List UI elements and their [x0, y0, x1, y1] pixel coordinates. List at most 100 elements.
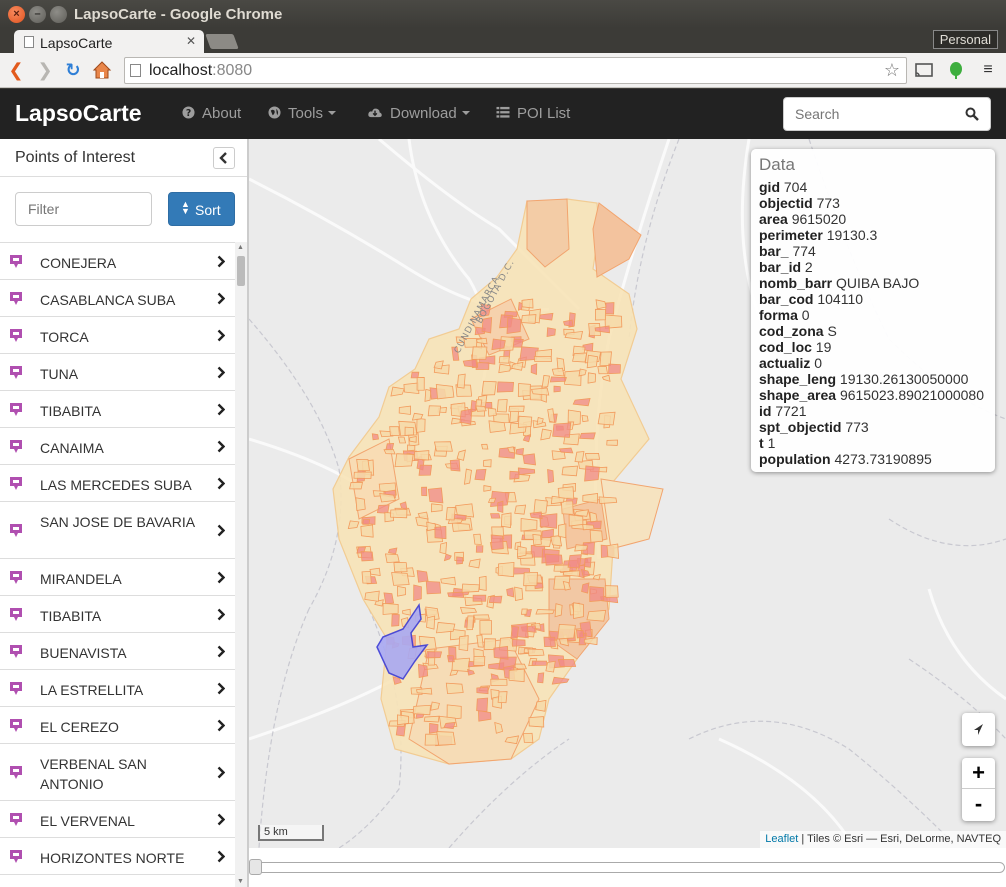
choropleth-cell: [490, 678, 508, 686]
sidebar-scrollbar[interactable]: ▲ ▼: [235, 242, 247, 887]
poi-marker-icon: [10, 366, 22, 379]
sidebar-collapse-button[interactable]: [213, 147, 235, 169]
choropleth-cell: [479, 620, 492, 635]
list-item[interactable]: MIRANDELA: [0, 559, 235, 596]
window-minimize-button[interactable]: –: [29, 6, 46, 23]
scroll-up-icon[interactable]: ▲: [237, 244, 244, 251]
bookmark-star-icon[interactable]: ☆: [884, 60, 900, 81]
window-close-button[interactable]: ×: [8, 6, 25, 23]
choropleth-cell: [508, 668, 525, 683]
choropleth-cell: [398, 405, 411, 415]
poi-marker-icon: [10, 403, 22, 416]
choropleth-cell: [573, 602, 584, 619]
scrollbar-thumb[interactable]: [237, 256, 245, 286]
sort-button[interactable]: ▲ ▼ Sort: [168, 192, 235, 226]
choropleth-cell: [379, 493, 397, 503]
locate-button[interactable]: [962, 713, 995, 746]
list-item[interactable]: VERBENAL SAN ANTONIO: [0, 744, 235, 801]
list-item[interactable]: EL CEREZO: [0, 707, 235, 744]
choropleth-cell: [561, 465, 578, 477]
list-item[interactable]: TORCA: [0, 317, 235, 354]
data-field-key: cod_zona: [759, 323, 824, 339]
choropleth-cell: [417, 663, 429, 678]
poi-marker-icon: [10, 329, 22, 342]
choropleth-cell: [535, 609, 555, 615]
list-item[interactable]: CANAIMA: [0, 428, 235, 465]
choropleth-cell: [474, 468, 487, 481]
window-maximize-button[interactable]: [50, 6, 67, 23]
list-item[interactable]: SAN JOSE DE BAVARIA: [0, 502, 235, 559]
tab-close-icon[interactable]: ✕: [186, 34, 196, 48]
list-item[interactable]: CONEJERA: [0, 243, 235, 280]
chevron-right-icon: [217, 329, 225, 342]
list-item[interactable]: TUNA: [0, 354, 235, 391]
search-icon[interactable]: [965, 107, 979, 121]
list-item[interactable]: LA ESTRELLITA: [0, 670, 235, 707]
search-input[interactable]: [795, 106, 955, 122]
scale-bar: 5 km: [258, 825, 324, 841]
data-field-row: t 1: [759, 435, 987, 451]
menu-icon[interactable]: ≡: [978, 60, 998, 80]
data-field-row: gid 704: [759, 179, 987, 195]
cast-icon[interactable]: [914, 60, 934, 80]
choropleth-cell: [551, 367, 565, 377]
choropleth-cell: [537, 672, 545, 684]
choropleth-cell: [447, 591, 465, 598]
choropleth-cell: [418, 464, 433, 476]
choropleth-cell: [546, 327, 556, 338]
time-slider-handle[interactable]: [249, 859, 262, 875]
choropleth-cell: [557, 486, 575, 500]
chevron-right-icon: [217, 608, 225, 621]
poi-marker-icon: [10, 719, 22, 732]
filter-input[interactable]: [28, 201, 138, 217]
choropleth-cell: [409, 435, 417, 443]
choropleth-cell: [523, 571, 538, 587]
chevron-right-icon: [217, 403, 225, 416]
data-field-key: id: [759, 403, 772, 419]
zoom-in-button[interactable]: +: [962, 758, 995, 789]
brand-logo[interactable]: LapsoCarte: [15, 100, 142, 127]
list-item[interactable]: TIBABITA: [0, 391, 235, 428]
list-item[interactable]: BUENAVISTA: [0, 633, 235, 670]
home-icon[interactable]: [92, 60, 112, 80]
choropleth-cell: [557, 659, 577, 667]
profile-button[interactable]: Personal: [932, 30, 998, 49]
svg-text:?: ?: [186, 108, 191, 119]
globe-icon: [268, 106, 281, 119]
scroll-down-icon[interactable]: ▼: [237, 878, 244, 885]
nav-tools-dropdown[interactable]: Tools: [268, 105, 337, 122]
choropleth-cell: [597, 411, 616, 426]
choropleth-cell: [531, 387, 550, 396]
choropleth-cell: [550, 535, 563, 547]
data-field-key: nomb_barr: [759, 275, 833, 291]
zoom-out-button[interactable]: -: [962, 789, 995, 820]
list-item[interactable]: HORIZONTES NORTE: [0, 838, 235, 875]
choropleth-cell: [383, 448, 396, 455]
choropleth-cell: [552, 422, 572, 438]
list-item[interactable]: TIBABITA: [0, 596, 235, 633]
data-field-key: cod_loc: [759, 339, 812, 355]
reload-icon[interactable]: ↻: [63, 60, 83, 80]
leaflet-link[interactable]: Leaflet: [765, 833, 798, 845]
list-item[interactable]: LAS MERCEDES SUBA: [0, 465, 235, 502]
nav-download-dropdown[interactable]: Download: [367, 105, 470, 122]
extension-leaf-icon[interactable]: [946, 60, 966, 80]
new-tab-button[interactable]: [205, 34, 239, 49]
forward-icon[interactable]: ❯: [35, 60, 55, 80]
choropleth-cell: [497, 500, 504, 513]
nav-poi-list[interactable]: POI List: [496, 105, 570, 122]
data-panel: Data gid 704 objectid 773 area 9615020 peri…: [751, 149, 995, 472]
browser-tab[interactable]: LapsoCarte ✕: [14, 30, 204, 54]
nav-about[interactable]: ? About: [182, 105, 241, 122]
list-item[interactable]: EL VERVENAL: [0, 801, 235, 838]
back-icon[interactable]: ❮: [6, 60, 26, 80]
choropleth-cell: [517, 415, 533, 428]
address-bar[interactable]: localhost:8080 ☆: [124, 57, 907, 84]
choropleth-cell: [360, 551, 374, 562]
time-slider-track[interactable]: [257, 862, 1005, 873]
list-item[interactable]: CASABLANCA SUBA: [0, 280, 235, 317]
choropleth-cell: [436, 731, 456, 746]
choropleth-cell: [584, 465, 600, 482]
map-view[interactable]: CUNDINAMARCA BOGOTA D.C. Data gid 704 obj…: [249, 139, 1006, 848]
caret-down-icon: [328, 111, 337, 115]
